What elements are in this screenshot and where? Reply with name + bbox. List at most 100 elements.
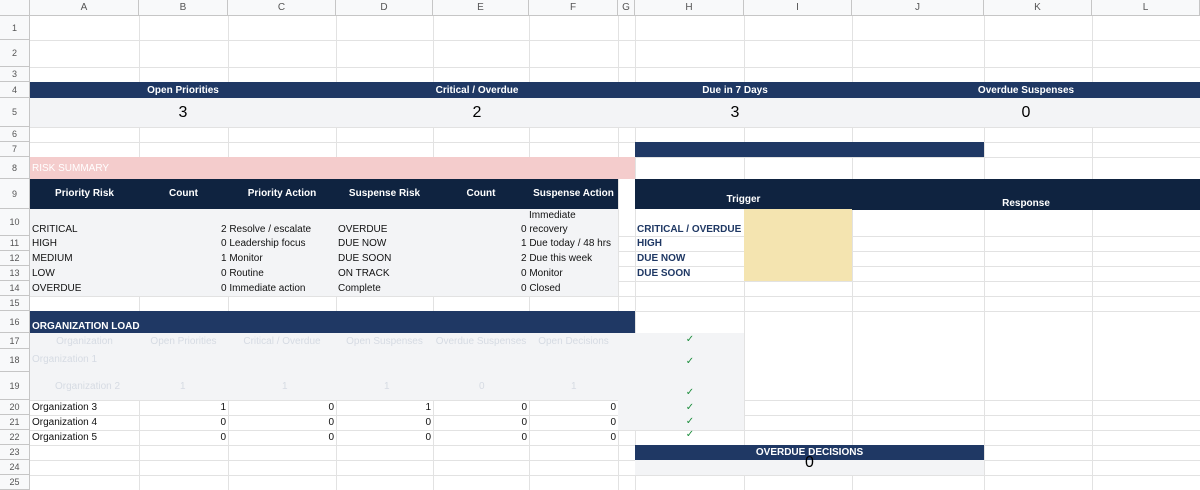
org-value: 1 [180,381,186,392]
row-header[interactable]: 9 [0,179,30,209]
header-count: Count [139,188,228,200]
row-header[interactable]: 12 [0,251,30,266]
header-priority-risk: Priority Risk [30,188,139,200]
risk-summary-title: RISK SUMMARY [30,157,635,179]
grid-line [30,40,1200,41]
grid-line [30,415,1200,416]
header-count: Count [433,188,529,200]
trigger-highlight [744,209,852,281]
row-header[interactable]: 11 [0,236,30,251]
org-name: Organization 2 [55,381,121,392]
kpi-value-critical-overdue[interactable]: 2 [336,98,618,127]
column-header-e[interactable]: E [433,0,529,16]
grid-line [30,127,1200,128]
suspense-action: 1 Due today / 48 hrs [521,238,612,249]
trigger-high: HIGH [637,238,662,249]
row-header[interactable]: 20 [0,400,30,415]
suspense-risk-due-soon: DUE SOON [338,253,392,264]
check-icon: ✓ [685,429,695,440]
grid-line [30,445,1200,446]
row-header[interactable]: 23 [0,445,30,460]
column-header-l[interactable]: L [1092,0,1200,16]
column-header-d[interactable]: D [336,0,433,16]
column-header-j[interactable]: J [852,0,984,16]
suspense-risk-complete: Complete [338,283,381,294]
check-icon: ✓ [685,356,695,367]
row-header[interactable]: 16 [0,311,30,333]
grid-line [30,67,1200,68]
trigger-due-now: DUE NOW [637,253,686,264]
org-header-organization: Organization [56,336,113,347]
row-header[interactable]: 5 [0,98,30,127]
suspense-action: 0 recovery [521,224,568,235]
row-header[interactable]: 10 [0,209,30,236]
row-header[interactable]: 22 [0,430,30,445]
row-header[interactable]: 13 [0,266,30,281]
priority-risk-medium: MEDIUM [32,253,73,264]
row-header[interactable]: 2 [0,40,30,67]
org-open-suspenses: 0 [425,417,431,428]
org-header-open-decisions: Open Decisions [538,336,609,347]
row-header[interactable]: 21 [0,415,30,430]
row-header[interactable]: 25 [0,475,30,490]
org-name: Organization 1 [32,354,98,365]
org-value: 1 [571,381,577,392]
column-header-g[interactable]: G [618,0,635,16]
kpi-title-critical-overdue: Critical / Overdue [336,82,618,98]
kpi-title-due-7-days: Due in 7 Days [618,82,852,98]
check-icon: ✓ [685,416,695,427]
grid-line [30,400,1200,401]
kpi-value-overdue-suspenses[interactable]: 0 [852,98,1200,127]
header-suspense-risk: Suspense Risk [336,188,433,200]
row-header[interactable]: 15 [0,296,30,311]
row-header[interactable]: 4 [0,82,30,98]
suspense-action-line1: Immediate [529,210,576,221]
column-header-c[interactable]: C [228,0,336,16]
org-value: 1 [282,381,288,392]
column-header-b[interactable]: B [139,0,228,16]
org-critical-overdue: 0 [328,432,334,443]
header-trigger: Trigger [635,194,852,206]
row-header[interactable]: 1 [0,16,30,40]
column-header-h[interactable]: H [635,0,744,16]
row-header[interactable]: 14 [0,281,30,296]
org-open-decisions: 0 [610,402,616,413]
suspense-action: 0 Monitor [521,268,563,279]
row-header[interactable]: 7 [0,142,30,157]
select-all-corner[interactable] [0,0,30,16]
column-header-f[interactable]: F [529,0,618,16]
grid-line [30,296,1200,297]
grid-line [30,430,1200,431]
org-header-overdue-suspenses: Overdue Suspenses [435,336,527,347]
overdue-decisions-value[interactable]: 0 [635,454,984,472]
row-header[interactable]: 17 [0,333,30,349]
row-header[interactable]: 6 [0,127,30,142]
row-header[interactable]: 24 [0,460,30,475]
check-icon: ✓ [685,402,695,413]
column-header-a[interactable]: A [30,0,139,16]
row-header[interactable]: 3 [0,67,30,82]
header-suspense-action: Suspense Action [529,188,618,200]
row-header[interactable]: 8 [0,157,30,179]
org-name: Organization 5 [32,432,98,443]
org-open-decisions: 0 [610,432,616,443]
row-header[interactable]: 19 [0,372,30,400]
suspense-risk-due-now: DUE NOW [338,238,387,249]
grid-line [30,460,1200,461]
column-header-k[interactable]: K [984,0,1092,16]
priority-action: 0 Routine [221,268,264,279]
priority-action: 1 Monitor [221,253,263,264]
priority-action: 0 Leadership focus [221,238,306,249]
kpi-value-due-7-days[interactable]: 3 [618,98,852,127]
kpi-value-open-priorities[interactable]: 3 [30,98,336,127]
column-header-i[interactable]: I [744,0,852,16]
grid-line [30,142,1200,143]
trigger-section-bar [635,142,984,157]
row-header[interactable]: 18 [0,349,30,372]
org-header-open-priorities: Open Priorities [150,336,217,347]
org-load-title: ORGANIZATION LOAD [30,311,635,333]
org-header-open-suspenses: Open Suspenses [346,336,423,347]
org-open-priorities: 0 [220,432,226,443]
trigger-due-soon: DUE SOON [637,268,691,279]
org-header-critical-overdue: Critical / Overdue [243,336,321,347]
